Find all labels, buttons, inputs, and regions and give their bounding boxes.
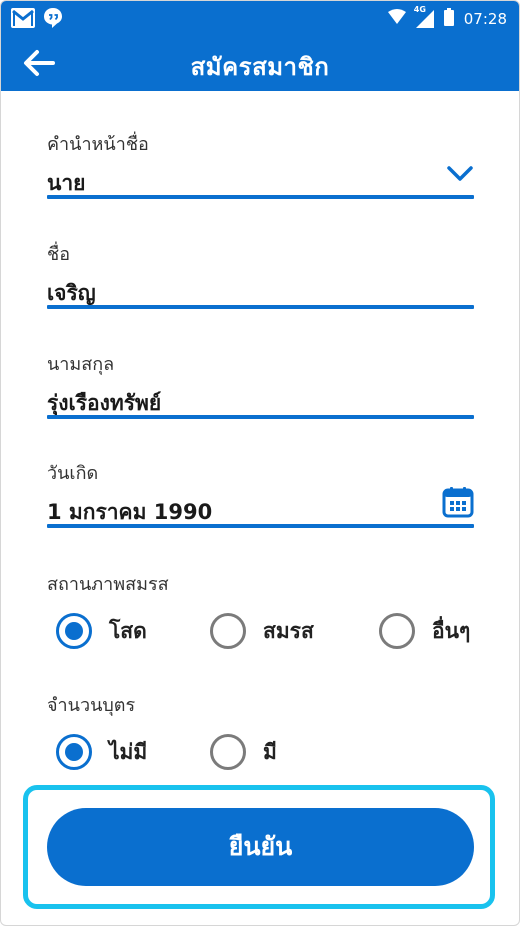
birthdate-input[interactable]: 1 มกราคม 1990 [47,497,474,527]
last-name-field[interactable]: นามสกุล รุ่งเรืองทรัพย์ [47,349,474,423]
last-name-underline [47,415,474,419]
first-name-underline [47,305,474,309]
chevron-down-icon[interactable] [446,165,474,187]
gmail-icon [11,8,35,32]
marital-option-label: สมรส [263,618,314,643]
network-type: 4G [413,5,426,14]
marital-status-label: สถานภาพสมรส [47,574,169,595]
status-bar: 4G 07:28 [1,1,519,35]
birthdate-field[interactable]: วันเกิด 1 มกราคม 1990 [47,458,474,532]
children-label: จำนวนบุตร [47,695,136,716]
last-name-label: นามสกุล [47,354,115,375]
radio-unselected[interactable] [210,613,246,649]
children-option-label: ไม่มี [109,739,148,764]
signal-icon: 4G [414,5,434,28]
prefix-field[interactable]: คำนำหน้าชื่อ นาย [47,129,474,203]
first-name-input[interactable]: เจริญ [47,278,474,308]
birthdate-underline [47,524,474,528]
children-radio-none[interactable]: ไม่มี [56,734,147,770]
radio-unselected[interactable] [210,734,246,770]
app-bar: สมัครสมาชิก [1,35,519,91]
prefix-value[interactable]: นาย [47,168,474,198]
marital-radio-single[interactable]: โสด [56,613,147,649]
radio-unselected[interactable] [379,613,415,649]
status-right: 4G 07:28 [387,5,507,30]
wifi-icon [387,9,406,29]
chat-icon [43,7,63,33]
marital-option-label: โสด [109,618,147,643]
marital-radio-other[interactable]: อื่นๆ [379,613,470,649]
battery-icon [443,8,454,30]
page-title: สมัครสมาชิก [190,53,330,81]
phone-screen: 4G 07:28 สมัครสมาชิก คำนำหน้าชื่อ นาย ชื… [0,0,520,926]
calendar-icon[interactable] [442,486,474,522]
status-left [11,7,63,33]
radio-selected[interactable] [56,734,92,770]
prefix-underline [47,195,474,199]
first-name-label: ชื่อ [47,244,71,265]
prefix-label: คำนำหน้าชื่อ [47,134,149,155]
confirm-button[interactable]: ยืนยัน [47,808,474,886]
marital-option-label: อื่นๆ [432,618,471,643]
radio-selected[interactable] [56,613,92,649]
children-radio-have[interactable]: มี [210,734,277,770]
status-time: 07:28 [463,10,507,28]
children-option-label: มี [263,739,277,764]
last-name-input[interactable]: รุ่งเรืองทรัพย์ [47,388,474,418]
marital-radio-married[interactable]: สมรส [210,613,314,649]
birthdate-label: วันเกิด [47,463,99,484]
first-name-field[interactable]: ชื่อ เจริญ [47,239,474,313]
